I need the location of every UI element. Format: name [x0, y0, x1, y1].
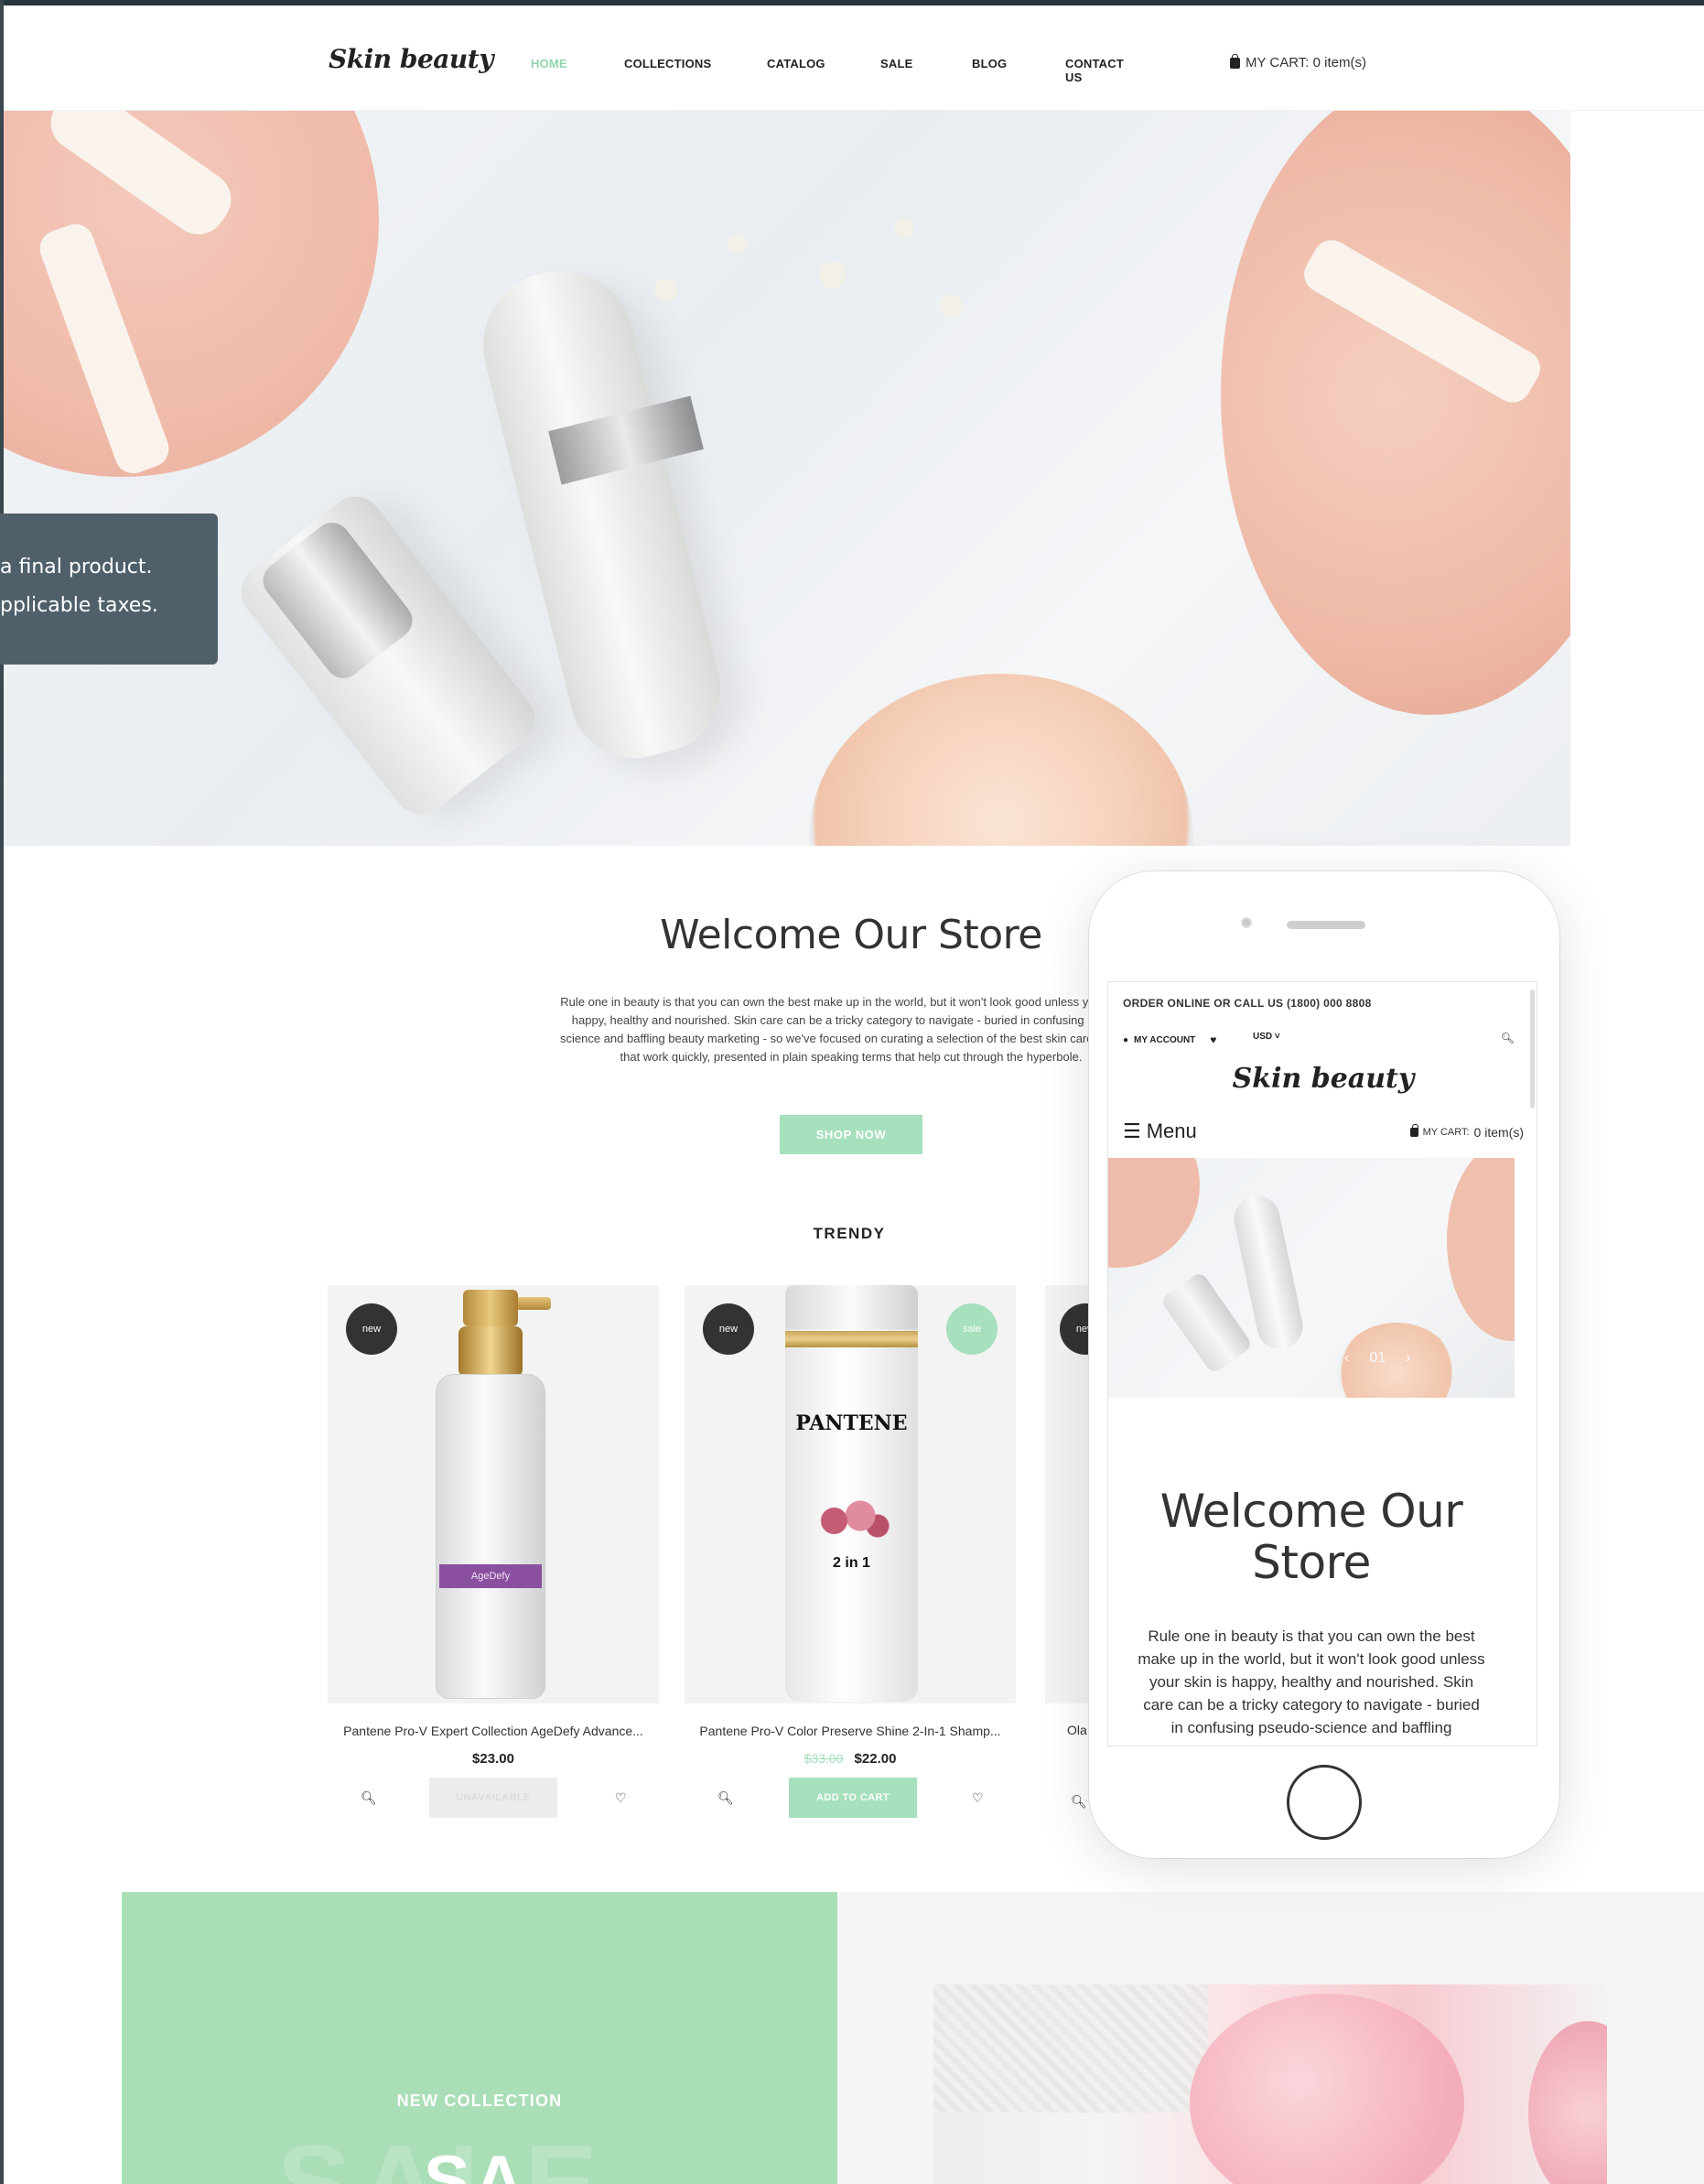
site-logo[interactable]: Skin beauty — [329, 44, 493, 74]
phone-speaker — [1287, 921, 1365, 929]
cart-value: 0 item(s) — [1473, 1125, 1524, 1140]
my-account-label: MY ACCOUNT — [1134, 1034, 1196, 1045]
mobile-cart-link[interactable]: MY CART: 0 item(s) — [1409, 1124, 1524, 1140]
hero-bottle — [1159, 1270, 1254, 1375]
tooltip-line: a final product. — [0, 556, 153, 578]
mobile-welcome-text: Rule one in beauty is that you can own t… — [1138, 1627, 1485, 1736]
currency-value: USD — [1253, 1032, 1273, 1042]
product-actions: 🔍︎ ADD TO CART ♡ — [685, 1778, 1016, 1818]
shampoo-bottle: PANTENE 2 in 1 — [785, 1285, 918, 1702]
new-badge: new — [703, 1303, 754, 1355]
shop-now-button[interactable]: SHOP NOW — [780, 1115, 922, 1154]
user-icon: ● — [1123, 1034, 1129, 1045]
welcome-title: Welcome Our Store — [660, 912, 1042, 958]
product-image[interactable]: new AgeDefy — [328, 1285, 659, 1703]
bottle-subtext: 2 in 1 — [833, 1555, 870, 1571]
phone-home-button — [1287, 1765, 1362, 1840]
add-to-cart-button[interactable]: ADD TO CART — [789, 1778, 917, 1818]
slider-controls: ‹ 01 › — [1344, 1350, 1410, 1367]
product-price: $33.00 $22.00 — [685, 1751, 1016, 1767]
product-price: $23.00 — [328, 1751, 659, 1767]
search-icon[interactable]: 🔍︎ — [1501, 1032, 1515, 1044]
cart-link[interactable]: MY CART: 0 item(s) — [1230, 53, 1366, 70]
nav-catalog[interactable]: CATALOG — [767, 57, 825, 70]
shopping-bag-icon — [1409, 1124, 1418, 1137]
hero-slider: ‹ 01 › — [4, 111, 1570, 846]
old-price: $33.00 — [803, 1751, 844, 1766]
bottle-flower-art — [808, 1496, 895, 1546]
nav-blog[interactable]: BLOG — [972, 57, 1007, 70]
sale-badge: sale — [946, 1303, 998, 1355]
product-image[interactable]: new sale PANTENE 2 in 1 — [685, 1285, 1016, 1703]
site-header: Skin beauty HOME COLLECTIONS CATALOG SAL… — [4, 5, 1704, 111]
product-card: new AgeDefy Pantene Pro-V Expert Collect… — [328, 1285, 659, 1818]
tooltip-line: pplicable taxes. — [0, 594, 158, 617]
product-card: new sale PANTENE 2 in 1 Pantene Pro-V Co… — [685, 1285, 1016, 1818]
nav-sale[interactable]: SALE — [880, 57, 912, 70]
menu-button[interactable]: ☰ Menu — [1123, 1119, 1197, 1143]
mobile-hero: ‹ 01 › — [1108, 1158, 1515, 1398]
currency-select[interactable]: USD ˅ — [1253, 1032, 1280, 1042]
current-price: $22.00 — [854, 1751, 897, 1767]
hero-pink-box — [1221, 111, 1570, 715]
my-account-link[interactable]: ● MY ACCOUNT ♥ — [1123, 1033, 1216, 1046]
trendy-heading: TRENDY — [813, 1225, 886, 1242]
hero-salt-bowl — [809, 674, 1193, 846]
heart-icon[interactable]: ♡ — [972, 1790, 984, 1806]
nav-home[interactable]: HOME — [531, 57, 567, 70]
hero-bottle — [230, 485, 546, 826]
spray-body — [436, 1374, 545, 1699]
phone-screen: ORDER ONLINE OR CALL US (1800) 000 8808 … — [1107, 981, 1537, 1746]
bottle-gold-band — [785, 1331, 918, 1347]
bottle-brand: PANTENE — [795, 1411, 908, 1435]
chevron-left-icon[interactable]: ‹ — [1344, 1350, 1349, 1367]
cart-prefix: MY CART: — [1422, 1127, 1470, 1138]
product-name[interactable]: Pantene Pro-V Color Preserve Shine 2-In-… — [685, 1724, 1016, 1738]
chevron-down-icon: ˅ — [1274, 1032, 1280, 1042]
slide-counter: 01 — [1369, 1350, 1386, 1366]
product-actions: 🔍︎ UNAVAILABLE ♡ — [328, 1778, 659, 1818]
product-name[interactable]: Ola — [1067, 1723, 1087, 1737]
mobile-logo[interactable]: Skin beauty — [1108, 1063, 1537, 1095]
nav-collections[interactable]: COLLECTIONS — [624, 57, 711, 70]
towel-texture — [933, 1984, 1208, 2113]
spray-collar — [458, 1326, 523, 1377]
quick-view-icon[interactable]: 🔍︎ — [717, 1790, 734, 1806]
phone-camera — [1241, 917, 1252, 928]
bottle-label: AgeDefy — [439, 1564, 542, 1588]
spray-bottle: AgeDefy — [426, 1290, 555, 1702]
rose-petal — [1190, 1994, 1464, 2184]
current-price: $23.00 — [472, 1751, 514, 1767]
rose-petal — [1528, 2021, 1607, 2184]
bottle-cap — [785, 1285, 918, 1331]
cart-label: MY CART: 0 item(s) — [1246, 55, 1366, 70]
mobile-welcome-title: Welcome Our Store — [1159, 1485, 1463, 1589]
promo-sale-text: SA — [424, 2142, 528, 2184]
spray-nozzle — [463, 1290, 518, 1326]
product-name[interactable]: Pantene Pro-V Expert Collection AgeDefy … — [328, 1724, 659, 1738]
welcome-text: Rule one in beauty is that you can own t… — [560, 995, 1142, 1064]
quick-view-icon[interactable]: 🔍︎ — [1071, 1794, 1087, 1810]
heart-icon[interactable]: ♡ — [615, 1790, 627, 1806]
tooltip-panel: a final product. pplicable taxes. — [0, 514, 218, 665]
hero-pink-box — [1108, 1158, 1200, 1268]
shopping-bag-icon — [1230, 53, 1240, 69]
phone-mockup: ORDER ONLINE OR CALL US (1800) 000 8808 … — [1089, 871, 1559, 1858]
promo-image[interactable] — [933, 1984, 1607, 2184]
promo-banner[interactable]: SALE NEW COLLECTION SA — [122, 1892, 837, 2184]
hamburger-icon: ☰ — [1123, 1119, 1141, 1142]
chevron-right-icon[interactable]: › — [1406, 1350, 1410, 1367]
promo-label: NEW COLLECTION — [396, 2092, 563, 2110]
new-badge: new — [346, 1303, 397, 1355]
quick-view-icon[interactable]: 🔍︎ — [361, 1790, 377, 1806]
nav-contact-us[interactable]: CONTACT US — [1065, 57, 1124, 84]
heart-icon[interactable]: ♥ — [1210, 1033, 1216, 1046]
spray-tube — [516, 1297, 551, 1310]
unavailable-button[interactable]: UNAVAILABLE — [429, 1778, 557, 1818]
menu-label: Menu — [1146, 1119, 1197, 1142]
hero-pink-box — [1447, 1158, 1515, 1341]
order-phone-bar: ORDER ONLINE OR CALL US (1800) 000 8808 — [1123, 997, 1372, 1010]
